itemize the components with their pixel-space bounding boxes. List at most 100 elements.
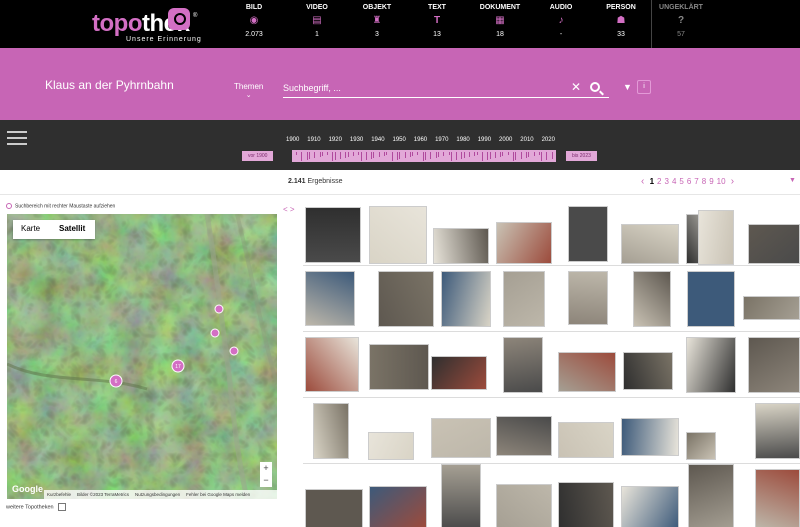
timeline-tick: [546, 152, 548, 160]
timeline-tick: [404, 152, 406, 158]
category-video[interactable]: VIDEO ▤ 1: [287, 4, 347, 38]
page-link[interactable]: 10: [717, 177, 726, 186]
result-thumbnail[interactable]: [621, 486, 679, 527]
map-attribution-item[interactable]: Bilder ©2023 TerraMetrics: [77, 492, 129, 497]
page-link[interactable]: 5: [679, 177, 683, 186]
category-count: 2.073: [245, 31, 263, 38]
more-topotheken[interactable]: weitere Topotheken: [6, 503, 66, 511]
page-link[interactable]: 2: [657, 177, 661, 186]
sort-triangle-icon[interactable]: ▼: [789, 177, 796, 184]
result-thumbnail[interactable]: [621, 224, 679, 264]
search-input[interactable]: [283, 79, 553, 97]
result-thumbnail[interactable]: [305, 207, 361, 263]
result-thumbnail[interactable]: [503, 271, 545, 327]
map-marker[interactable]: 17: [171, 359, 185, 373]
result-thumbnail[interactable]: [305, 271, 355, 326]
map-attribution-item[interactable]: Nutzungsbedingungen: [135, 492, 180, 497]
result-thumbnail[interactable]: [496, 416, 552, 456]
result-thumbnail[interactable]: [441, 271, 491, 327]
map-tab-satellit[interactable]: Satellit: [59, 224, 85, 233]
category-text[interactable]: TEXT T 13: [407, 4, 467, 38]
timeline-slider[interactable]: [292, 150, 556, 162]
result-thumbnail[interactable]: [686, 432, 716, 460]
category-audio[interactable]: AUDIO ♪ -: [531, 4, 591, 38]
page-link[interactable]: 4: [672, 177, 676, 186]
clear-icon[interactable]: ✕: [571, 80, 581, 94]
result-thumbnail[interactable]: [623, 352, 673, 390]
result-thumbnail[interactable]: [743, 296, 800, 320]
timeline-tick: [334, 152, 336, 160]
result-thumbnail[interactable]: [441, 464, 481, 527]
timeline-from-handle[interactable]: vor 1900: [242, 151, 274, 161]
map-marker[interactable]: 6: [109, 374, 123, 388]
result-thumbnail[interactable]: [558, 422, 614, 458]
result-thumbnail[interactable]: [568, 206, 608, 262]
page-link[interactable]: 3: [664, 177, 668, 186]
result-thumbnail[interactable]: [688, 464, 734, 527]
page-link[interactable]: 6: [687, 177, 691, 186]
result-thumbnail[interactable]: [431, 356, 487, 390]
result-thumbnail[interactable]: [496, 484, 552, 527]
map-marker[interactable]: [229, 346, 239, 356]
result-thumbnail[interactable]: [687, 271, 735, 327]
category-bild[interactable]: BILD ◉ 2.073: [224, 4, 284, 38]
category-dokument[interactable]: DOKUMENT ▦ 18: [470, 4, 530, 38]
category-objekt[interactable]: OBJEKT ♜ 3: [347, 4, 407, 38]
map-attribution-item[interactable]: Fehler bei Google Maps melden: [186, 492, 250, 497]
result-thumbnail[interactable]: [698, 210, 734, 265]
result-thumbnail[interactable]: [568, 271, 608, 325]
category-label: VIDEO: [306, 4, 328, 11]
info-button[interactable]: i: [637, 80, 651, 94]
timeline-year: 1920: [328, 137, 342, 143]
zoom-out-button[interactable]: −: [260, 474, 272, 486]
timeline-tick: [384, 152, 385, 156]
filter-triangle-icon[interactable]: ▼: [623, 82, 632, 92]
timeline-tick: [461, 152, 463, 159]
result-thumbnail[interactable]: [503, 337, 543, 393]
topothek-logo[interactable]: topothek ® Unsere Erinnerung: [92, 8, 201, 43]
more-topotheken-checkbox[interactable]: [57, 503, 66, 511]
result-thumbnail[interactable]: [369, 206, 427, 264]
page-link[interactable]: 9: [709, 177, 713, 186]
search-icon[interactable]: [590, 82, 600, 92]
page-link[interactable]: 7: [694, 177, 698, 186]
result-thumbnail[interactable]: [496, 222, 552, 264]
map-tab-karte[interactable]: Karte: [21, 224, 40, 233]
themes-dropdown[interactable]: Themen ⌄: [234, 82, 263, 99]
results-bar: 2.141 Ergebnisse ‹ 1 2 3 4 5 6 7 8 9 10 › ▼: [0, 170, 800, 195]
result-thumbnail[interactable]: [748, 337, 800, 393]
category-ungeklärt[interactable]: UNGEKLÄRT? 57: [651, 4, 711, 38]
result-thumbnail[interactable]: [378, 271, 434, 327]
result-thumbnail[interactable]: [755, 403, 800, 459]
result-thumbnail[interactable]: [433, 228, 489, 264]
result-thumbnail[interactable]: [621, 418, 679, 456]
results-grid: [303, 200, 800, 527]
map-marker[interactable]: [214, 304, 224, 314]
map-attribution-item[interactable]: Kurzbefehle: [47, 492, 71, 497]
result-thumbnail[interactable]: [755, 469, 800, 527]
timeline-to-handle[interactable]: bis 2023: [566, 151, 597, 161]
zoom-in-button[interactable]: +: [260, 462, 272, 474]
result-thumbnail[interactable]: [369, 486, 427, 527]
result-thumbnail[interactable]: [313, 403, 349, 459]
result-thumbnail[interactable]: [633, 271, 671, 327]
page-link[interactable]: 1: [650, 177, 654, 186]
result-thumbnail[interactable]: [368, 432, 414, 460]
result-thumbnail[interactable]: [305, 337, 359, 392]
page-prev-icon[interactable]: ‹: [641, 176, 644, 187]
person-icon: ☗: [616, 15, 626, 26]
result-thumbnail[interactable]: [558, 352, 616, 392]
result-thumbnail[interactable]: [369, 344, 429, 390]
map-marker[interactable]: [210, 328, 220, 338]
result-thumbnail[interactable]: [558, 482, 614, 527]
hamburger-menu-icon[interactable]: [7, 131, 27, 149]
collapse-panel-icon[interactable]: < >: [283, 205, 295, 214]
page-link[interactable]: 8: [702, 177, 706, 186]
result-thumbnail[interactable]: [431, 418, 491, 458]
result-thumbnail[interactable]: [305, 489, 363, 527]
result-thumbnail[interactable]: [748, 224, 800, 264]
result-thumbnail[interactable]: [686, 337, 736, 393]
page-next-icon[interactable]: ›: [731, 176, 734, 187]
satellite-map[interactable]: 6 17 Karte Satellit + − Google Kurzbefehl…: [7, 214, 277, 499]
category-person[interactable]: PERSON ☗ 33: [591, 4, 651, 38]
